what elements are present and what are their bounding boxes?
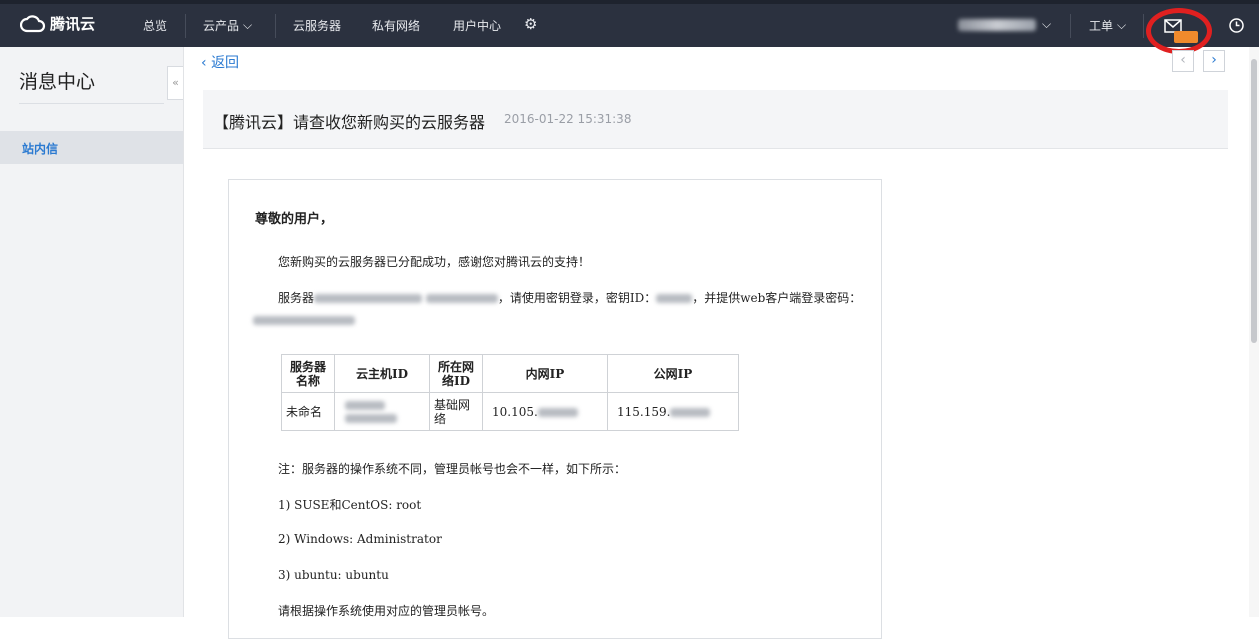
line2-suffix: ，并提供web客户端登录密码： — [692, 291, 862, 305]
column-header: 服务器名称 — [281, 354, 335, 393]
brand-logo[interactable]: 腾讯云 — [20, 13, 95, 34]
ticket-label: 工单 — [1089, 19, 1114, 33]
cell-server-name: 未命名 — [281, 392, 335, 431]
nav-item-cvm[interactable]: 云服务器 — [293, 17, 341, 34]
sidebar-title: 消息中心 — [19, 71, 96, 93]
table-header-row: 服务器名称 云主机ID 所在网络ID 内网IP 公网IP — [281, 354, 739, 393]
history-clock-icon[interactable] — [1228, 17, 1245, 34]
top-nav: 腾讯云 总览 云产品 ⌵ 云服务器 私有网络 用户中心 ⚙ ⌵ 工单 ⌵ — [0, 0, 1259, 54]
redacted-ip — [314, 294, 423, 303]
chevron-left-icon: ‹ — [1180, 52, 1186, 68]
settings-gear-icon[interactable]: ⚙ — [524, 15, 537, 33]
footer-note: 请根据操作系统使用对应的管理员帐号。 — [278, 604, 495, 618]
private-ip-prefix: 10.105. — [492, 404, 538, 419]
cell-public-ip: 115.159. — [607, 392, 739, 431]
redacted-ip — [537, 407, 578, 417]
scrollbar-thumb[interactable] — [1251, 59, 1257, 343]
message-body: 尊敬的用户， 您新购买的云服务器已分配成功，感谢您对腾讯云的支持！ 服务器 ，请… — [228, 179, 882, 639]
redacted-id — [345, 413, 397, 423]
cloud-logo-icon — [20, 14, 46, 32]
redacted-key-id — [656, 294, 693, 303]
next-message-button[interactable]: › — [1203, 50, 1225, 72]
line2-prefix: 服务器 — [278, 291, 315, 305]
message-date: 2016-01-22 15:31:38 — [504, 112, 632, 126]
public-ip-prefix: 115.159. — [617, 404, 671, 419]
os-note: 注：服务器的操作系统不同，管理员帐号也会不一样，如下所示： — [278, 462, 627, 476]
nav-divider — [275, 14, 276, 38]
redacted-ip — [425, 294, 498, 303]
sidebar-divider — [19, 103, 164, 104]
nav-divider — [185, 14, 186, 38]
column-header: 云主机ID — [334, 354, 430, 393]
collapse-sidebar-button[interactable]: « — [167, 66, 183, 100]
body-line-1: 您新购买的云服务器已分配成功，感谢您对腾讯云的支持！ — [278, 255, 591, 269]
chevron-left-icon: ‹ — [201, 55, 207, 71]
nav-item-vpc[interactable]: 私有网络 — [372, 17, 420, 34]
os-list-item: 1) SUSE和CentOS: root — [278, 498, 422, 512]
cell-private-ip: 10.105. — [482, 392, 608, 431]
red-circle-annotation — [1146, 8, 1212, 54]
sidebar-item-inbox[interactable]: 站内信 — [0, 131, 183, 164]
os-list-item: 2) Windows: Administrator — [278, 532, 442, 546]
message-subject: 【腾讯云】请查收您新购买的云服务器 — [213, 113, 486, 132]
redacted-password — [253, 316, 355, 325]
prev-message-button[interactable]: ‹ — [1172, 50, 1194, 72]
chevron-down-icon[interactable]: ⌵ — [1042, 17, 1051, 32]
sidebar: 消息中心 站内信 — [0, 47, 184, 617]
back-link[interactable]: ‹ 返回 — [201, 52, 239, 72]
nav-divider — [1143, 14, 1144, 38]
cell-network: 基础网络 — [429, 392, 483, 431]
chevron-right-icon: › — [1211, 52, 1217, 68]
redacted-ip — [670, 407, 711, 417]
redacted-password-line — [253, 313, 355, 327]
page-scrollbar[interactable] — [1249, 47, 1259, 617]
nav-item-user-center[interactable]: 用户中心 — [453, 17, 501, 34]
brand-name: 腾讯云 — [50, 15, 96, 33]
greeting: 尊敬的用户， — [255, 212, 334, 227]
body-line-2: 服务器 ，请使用密钥登录，密钥ID： ，并提供web客户端登录密码： — [278, 289, 861, 306]
column-header: 内网IP — [482, 354, 608, 393]
server-table: 服务器名称 云主机ID 所在网络ID 内网IP 公网IP 未命名 基础网络 10… — [281, 354, 739, 431]
line2-mid: ，请使用密钥登录，密钥ID： — [497, 291, 657, 305]
table-row: 未命名 基础网络 10.105. 115.159. — [281, 392, 739, 431]
nav-item-products[interactable]: 云产品 ⌵ — [203, 17, 252, 34]
chevron-down-icon: ⌵ — [243, 18, 253, 32]
nav-item-products-label: 云产品 — [203, 19, 240, 33]
column-header: 所在网络ID — [429, 354, 483, 393]
ticket-menu[interactable]: 工单 ⌵ — [1089, 17, 1126, 34]
nav-divider — [1070, 14, 1071, 38]
back-label: 返回 — [211, 55, 240, 71]
nav-item-overview[interactable]: 总览 — [143, 17, 167, 34]
chevron-down-icon: ⌵ — [1117, 18, 1127, 32]
message-header: 【腾讯云】请查收您新购买的云服务器 2016-01-22 15:31:38 — [203, 90, 1228, 149]
os-list-item: 3) ubuntu: ubuntu — [278, 568, 389, 582]
account-name-redacted[interactable] — [958, 19, 1036, 31]
cell-instance-id — [334, 392, 430, 431]
sidebar-item-label: 站内信 — [22, 142, 59, 156]
redacted-id — [345, 400, 385, 410]
column-header: 公网IP — [607, 354, 739, 393]
